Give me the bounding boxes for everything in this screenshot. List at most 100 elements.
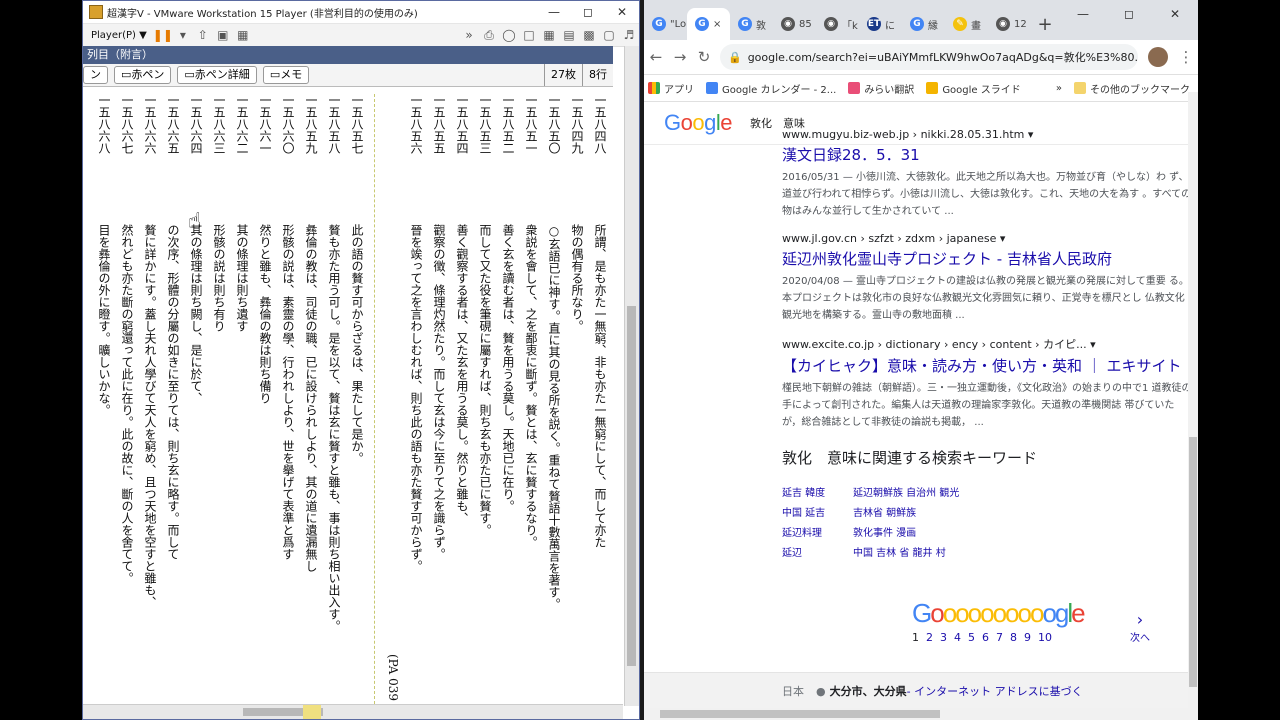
address-bar[interactable]: 🔒 google.com/search?ei=uBAiYMmfLKW9hwOo7… [720,44,1138,70]
bookmark-calendar[interactable]: Google カレンダー - 2... [706,81,836,96]
print-icon[interactable]: ▩ [580,26,598,44]
bookmark-mirai[interactable]: みらい翻訳 [848,81,914,96]
browser-tab[interactable]: G敦 [730,8,773,40]
result-cite[interactable]: www.mugyu.biz-web.jp › nikki.28.05.31.ht… [782,128,1192,141]
browser-tab[interactable]: ET に [859,8,902,40]
maximize-button[interactable]: ◻ [1106,0,1152,28]
tab-memo[interactable]: ▭メモ [262,66,310,84]
browser-tab[interactable]: G × [687,8,730,40]
bookmark-overflow[interactable]: » [1056,83,1062,94]
scroll-thumb[interactable] [660,710,940,718]
tab-prev[interactable]: ン [83,66,108,84]
page-number-link[interactable]: 4 [954,631,961,644]
related-link[interactable]: 中国 吉林 省 龍井 村 [853,544,946,564]
result-title[interactable]: 延辺州敦化霊山寺プロジェクト - 吉林省人民政府 [782,248,1192,269]
browser-tab[interactable]: G "Lo [644,8,687,40]
bookmark-slides[interactable]: Google スライド [926,81,1021,96]
line-text: 晉を竢って之を言わしむれば、則ち此の語も亦た贅す可からず。 [409,224,423,572]
floppy-icon[interactable]: □ [520,26,538,44]
result-title[interactable]: 【カイヒャク】意味・読み方・使い方・英和 ｜ エキサイト [782,355,1192,376]
google-logo[interactable]: Google [664,110,733,136]
menu-icon[interactable]: ⋮ [1174,45,1198,69]
browser-tab[interactable]: ◉ 12 [988,8,1031,40]
vertical-text-body[interactable]: 一五八四八所謂、是も亦た一無窮、非も亦た一無窮にして、而して亦た 一五八四九物の偶… [89,94,611,704]
scroll-thumb[interactable] [1189,437,1197,687]
result-title[interactable]: 漢文日録28．5．31 [782,144,1192,165]
tab-red-pen-detail[interactable]: ▭赤ペン詳細 [177,66,257,84]
text-column: 一五八六九申ねて彝倫を明らかにし、敢語一卷あり。以て聖る。 [89,94,92,704]
text-column: 一五八六〇形骸の説は、素靈の學、行われしより、世を擧げて表準と爲す [276,94,299,704]
related-link[interactable]: 延辺 [782,544,853,564]
browser-tab[interactable]: ◉ 「k [816,8,859,40]
maximize-button[interactable]: ◻ [571,1,605,23]
minimize-button[interactable]: — [1060,0,1106,28]
player-menu[interactable]: Player(P) ▼ [83,30,153,41]
send-ctrl-alt-del-icon[interactable]: ⇧ [194,26,212,44]
bookmark-other[interactable]: その他のブックマーク [1074,81,1190,96]
result-cite[interactable]: www.jl.gov.cn › szfzt › zdxm › japanese … [782,232,1192,245]
next-page-link[interactable]: › 次へ [1130,610,1150,644]
dropdown-icon[interactable]: ▾ [174,26,192,44]
text-column: 一五八六四其の條理は則ち闕し、是に於て、 [184,94,207,704]
message-icon[interactable]: ▢ [600,26,618,44]
forward-icon[interactable]: → [668,45,692,69]
fit-guest-icon[interactable]: ▣ [214,26,232,44]
related-link[interactable]: 延辺料理 [782,524,853,544]
related-searches-title: 敦化 意味に関連する検索キーワード [782,449,1038,467]
tab-red-pen[interactable]: ▭赤ペン [114,66,172,84]
printer-icon[interactable]: ⎙ [480,26,498,44]
avatar[interactable] [1148,47,1168,67]
page-number-link[interactable]: 7 [996,631,1003,644]
vertical-scrollbar[interactable] [1188,92,1198,708]
close-button[interactable]: ✕ [605,1,639,23]
usb-icon[interactable]: ▤ [560,26,578,44]
text-column: 一五八六七然れども亦た斷の窮還って此に在り。此の故に、斷の人を舍てて。 [115,94,138,704]
line-number: 一五八五九 [304,94,318,154]
related-link[interactable]: 吉林省 朝鮮族 [853,504,916,524]
horizontal-scrollbar[interactable] [83,704,623,719]
close-button[interactable]: ✕ [1152,0,1198,28]
text-column: 一五八五五觀察の徴、條理灼然たり。而して玄は今に至りて之を識らず。 [427,94,450,704]
tab-favicon-icon: G [652,17,666,31]
sound-icon[interactable]: ♬ [620,26,638,44]
unity-icon[interactable]: ▦ [234,26,252,44]
browser-tab[interactable]: ✎ 畫 [945,8,988,40]
guest-screen[interactable]: 列目（附言） ン ▭赤ペン ▭赤ペン詳細 ▭メモ 27枚 8行 一五八四八所謂、… [83,46,613,719]
text-column: 一五八六八目を彝倫の外に瞪す。曠しいかな。 [92,94,115,704]
network-icon[interactable]: ▦ [540,26,558,44]
pause-icon[interactable]: ❚❚ [153,26,173,44]
reload-icon[interactable]: ↻ [692,45,716,69]
fast-forward-icon[interactable]: » [460,26,478,44]
page-number-link[interactable]: 6 [982,631,989,644]
browser-tab[interactable]: G縁 [902,8,945,40]
text-column: 一五八六五の次序、形體の分屬の如きに至りては、則ち玄に略す。而して [161,94,184,704]
bookmark-apps[interactable]: アプリ [648,81,694,96]
hand-cursor-icon: ☝ [188,209,202,234]
line-number: 一五八四九 [570,94,584,154]
browser-tab[interactable]: ◉ 85 [773,8,816,40]
related-link[interactable]: 敦化事件 漫画 [853,524,916,544]
related-link[interactable]: 中国 延吉 [782,504,853,524]
footer-location-link[interactable]: - インターネット アドレスに基づく [907,683,1083,699]
pager-letter: g [1054,598,1070,628]
page-number-link[interactable]: 10 [1038,631,1052,644]
cd-icon[interactable]: ◯ [500,26,518,44]
related-link[interactable]: 延辺朝鮮族 自治州 観光 [853,484,959,504]
back-icon[interactable]: ← [644,45,668,69]
result-cite[interactable]: www.excite.co.jp › dictionary › ency › c… [782,336,1192,352]
page-number-link[interactable]: 3 [940,631,947,644]
vertical-scrollbar[interactable] [624,46,639,706]
page-number-link[interactable]: 8 [1010,631,1017,644]
new-tab-button[interactable]: + [1031,8,1059,40]
horizontal-scrollbar[interactable] [644,708,1198,720]
page-number-link[interactable]: 9 [1024,631,1031,644]
scroll-thumb[interactable] [627,306,636,666]
minimize-button[interactable]: — [537,1,571,23]
text-column: 一五八五一衆説を會して、之を鄙衷に斷ず。贅とは、玄に贅するなり。 [519,94,542,704]
page-number-link[interactable]: 5 [968,631,975,644]
related-link[interactable]: 延吉 韓度 [782,484,853,504]
page-number-link[interactable]: 2 [926,631,933,644]
footer-country: 日本 [782,685,804,698]
pager-letter: o [992,598,1008,628]
line-number: 一五八四八 [593,94,607,154]
